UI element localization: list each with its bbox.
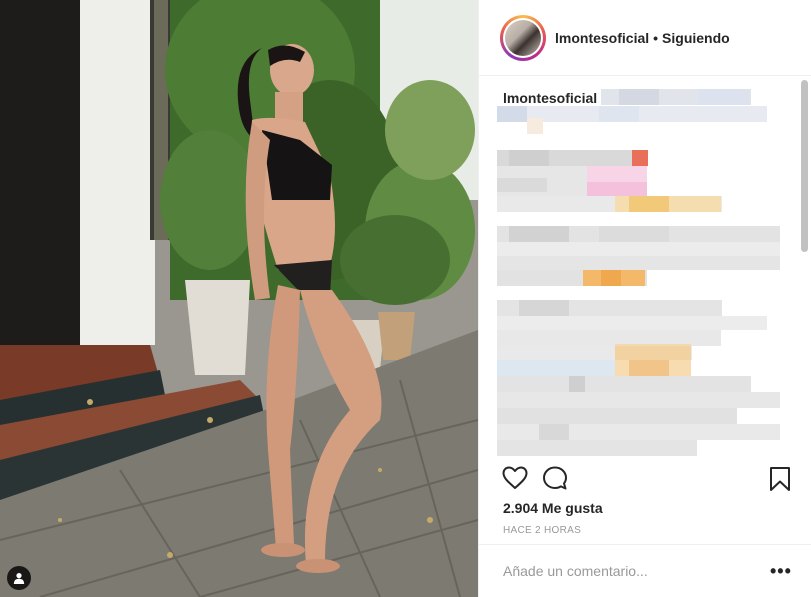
caption-area: lmontesoficial [479,76,797,464]
bookmark-icon[interactable] [769,466,791,492]
post-photo[interactable] [0,0,478,597]
likes-count[interactable]: 2.904 Me gusta [503,500,603,516]
avatar[interactable] [500,15,546,61]
pixelated-caption [497,89,780,456]
user-tag-button[interactable] [7,566,31,590]
comment-input[interactable]: Añade un comentario... [503,563,648,579]
photo-image [0,0,478,597]
username-link[interactable]: lmontesoficial [555,30,649,46]
following-button[interactable]: Siguiendo [662,30,730,46]
post-header: lmontesoficial • Siguiendo [479,0,811,76]
heart-icon[interactable] [502,466,528,490]
post-side-panel: lmontesoficial • Siguiendo lmontesoficial [478,0,811,597]
post-actions [479,464,811,492]
comment-bar: Añade un comentario... ••• [479,544,811,597]
post-timestamp[interactable]: HACE 2 HORAS [503,525,581,536]
user-tag-icon [13,573,25,584]
post-header-user: lmontesoficial • Siguiendo [555,30,730,46]
separator-dot: • [653,30,659,46]
more-options-button[interactable]: ••• [770,561,792,582]
scrollbar-thumb[interactable] [801,80,808,252]
caption-scrollbar[interactable] [801,80,809,462]
comment-icon[interactable] [542,465,568,491]
